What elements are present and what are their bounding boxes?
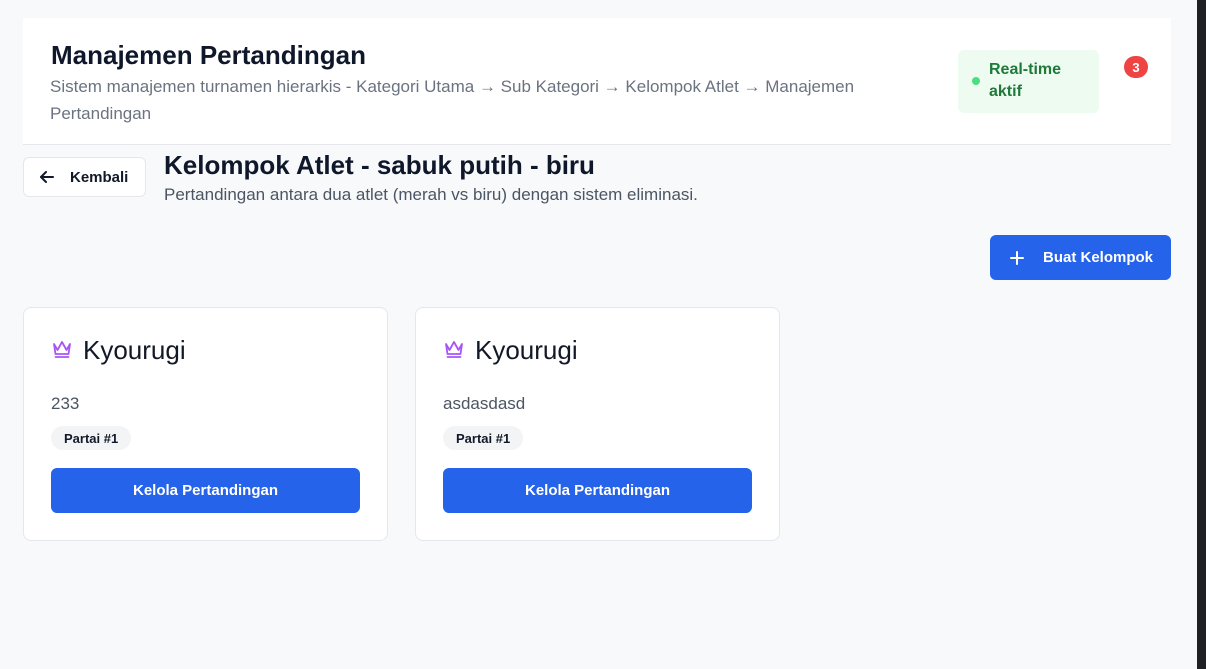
match-card: Kyourugi 233 Partai #1 Kelola Pertanding… bbox=[23, 307, 388, 541]
create-group-button-label: Buat Kelompok bbox=[1043, 249, 1154, 266]
app-header: Manajemen Pertandingan Sistem manajemen … bbox=[23, 18, 1171, 145]
back-button[interactable]: Kembali bbox=[23, 157, 146, 197]
card-title: Kyourugi bbox=[475, 335, 578, 365]
status-dot-icon bbox=[972, 77, 980, 85]
plus-icon bbox=[1009, 250, 1025, 266]
match-number-badge: Partai #1 bbox=[51, 426, 132, 450]
arrow-left-icon bbox=[38, 168, 56, 186]
realtime-status-badge: Real-time aktif bbox=[958, 50, 1099, 113]
realtime-status-label: Real-time aktif bbox=[989, 61, 1062, 100]
match-number-badge: Partai #1 bbox=[443, 426, 524, 450]
crown-icon bbox=[51, 338, 73, 360]
app-subtitle: Sistem manajemen turnamen hierarkis - Ka… bbox=[50, 77, 855, 123]
card-title: Kyourugi bbox=[83, 335, 186, 365]
app-title: Manajemen Pertandingan bbox=[51, 40, 366, 70]
back-button-label: Kembali bbox=[70, 168, 129, 186]
notification-count-badge[interactable]: 3 bbox=[1124, 56, 1148, 78]
card-description: 233 bbox=[51, 394, 80, 413]
window-scrollbar[interactable] bbox=[1197, 0, 1206, 669]
page-title: Kelompok Atlet - sabuk putih - biru bbox=[164, 150, 595, 180]
match-card: Kyourugi asdasdasd Partai #1 Kelola Pert… bbox=[415, 307, 780, 541]
card-description: asdasdasd bbox=[443, 394, 526, 413]
manage-match-button[interactable]: Kelola Pertandingan bbox=[443, 468, 752, 513]
crown-icon bbox=[443, 338, 465, 360]
create-group-button[interactable]: Buat Kelompok bbox=[990, 235, 1171, 280]
manage-match-button[interactable]: Kelola Pertandingan bbox=[51, 468, 360, 513]
page-description: Pertandingan antara dua atlet (merah vs … bbox=[164, 185, 698, 204]
